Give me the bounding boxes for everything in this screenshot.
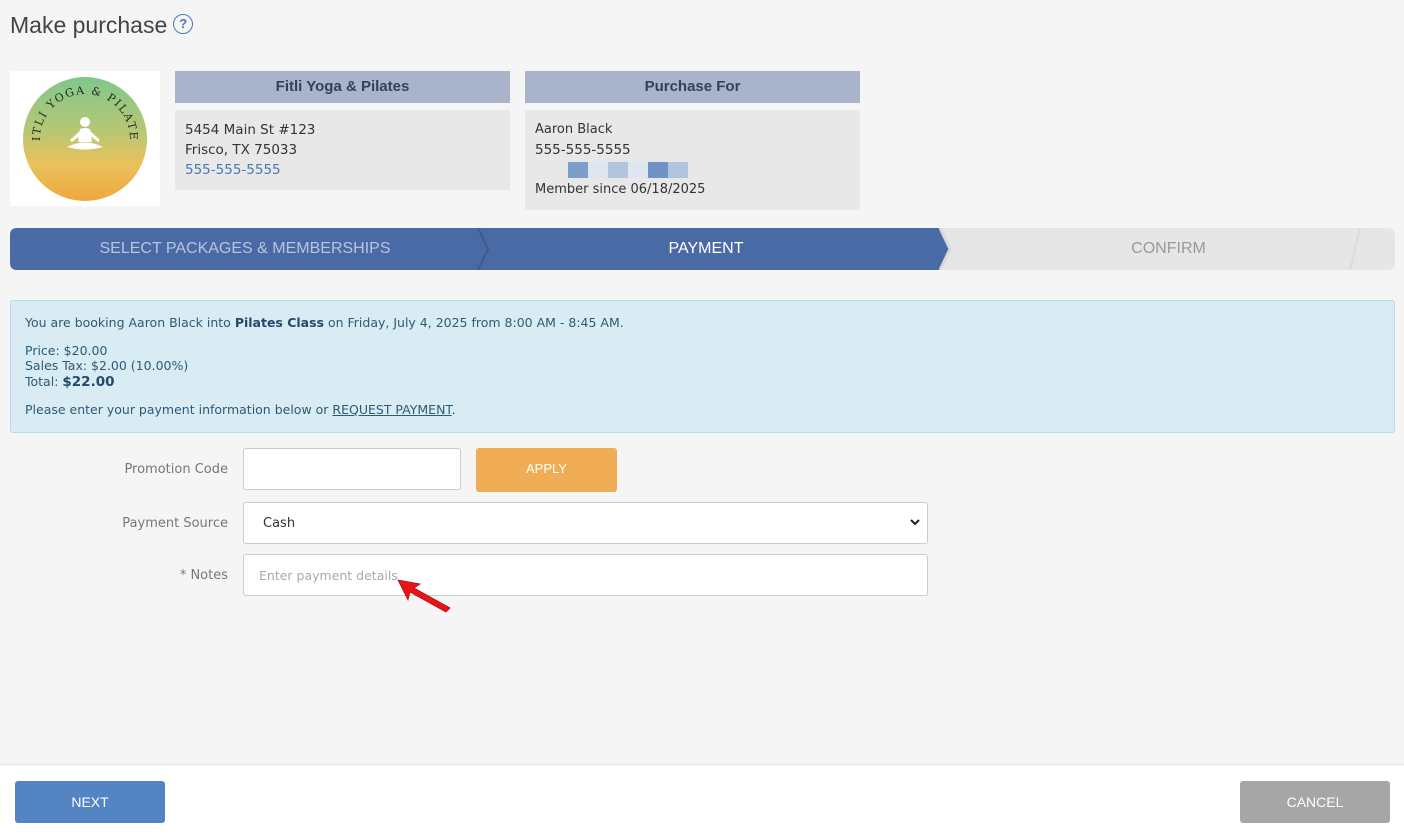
purchase-for-card: Purchase For Aaron Black 555-555-5555 Me… — [525, 71, 860, 210]
studio-card-header: Fitli Yoga & Pilates — [175, 71, 510, 103]
studio-logo-image: FITLI YOGA & PILATES — [22, 76, 147, 201]
member-since: Member since 06/18/2025 — [535, 182, 706, 197]
studio-address-line1: 5454 Main St #123 — [185, 122, 316, 138]
promo-code-label: Promotion Code — [124, 462, 228, 477]
customer-name: Aaron Black — [535, 122, 613, 137]
step-payment: PAYMENT — [668, 240, 744, 257]
step-confirm: CONFIRM — [1131, 240, 1206, 257]
total-line: Total: $22.00 — [25, 374, 1380, 391]
studio-card-body: 5454 Main St #123 Frisco, TX 75033 555-5… — [175, 110, 510, 190]
payment-prompt-period: . — [451, 402, 456, 417]
purchase-for-header: Purchase For — [525, 71, 860, 103]
notes-input[interactable]: Enter payment details — [243, 554, 928, 596]
question-circle-icon[interactable]: ? — [173, 13, 194, 34]
annotation-arrow-icon — [397, 579, 451, 613]
total-value: $22.00 — [62, 373, 115, 390]
payment-prompt-text: Please enter your payment information be… — [25, 402, 333, 417]
payment-source-select[interactable]: Cash — [243, 502, 928, 544]
checkout-stepper: SELECT PACKAGES & MEMBERSHIPS PAYMENT CO… — [10, 228, 1395, 270]
cancel-button[interactable]: CANCEL — [1240, 781, 1390, 823]
next-button[interactable]: NEXT — [15, 781, 165, 823]
studio-address-line2: Frisco, TX 75033 — [185, 142, 298, 158]
tax-line: Sales Tax: $2.00 (10.00%) — [25, 358, 189, 373]
notes-label: * Notes — [179, 568, 228, 583]
request-payment-link[interactable]: REQUEST PAYMENT — [332, 402, 451, 417]
booking-info-alert: You are booking Aaron Black into Pilates… — [10, 300, 1395, 433]
promo-code-input[interactable] — [243, 448, 461, 490]
class-name: Pilates Class — [234, 315, 324, 330]
payment-source-value: Cash — [263, 515, 296, 531]
page-title-text: Make purchase — [10, 12, 168, 38]
studio-card: Fitli Yoga & Pilates 5454 Main St #123 F… — [175, 71, 510, 190]
studio-logo: FITLI YOGA & PILATES — [10, 71, 160, 206]
booking-when: on Friday, July 4, 2025 from 8:00 AM - 8… — [324, 315, 624, 330]
price-line: Price: $20.00 — [25, 342, 108, 358]
payment-source-label: Payment Source — [122, 516, 228, 531]
booking-intro: You are booking Aaron Black into — [25, 315, 235, 330]
purchase-for-body: Aaron Black 555-555-5555 Member since 06… — [525, 110, 860, 210]
page-title: Make purchase ? — [10, 12, 194, 39]
payment-prompt: Please enter your payment information be… — [25, 402, 1380, 418]
studio-phone-link[interactable]: 555-555-5555 — [185, 162, 281, 178]
booking-summary: You are booking Aaron Black into Pilates… — [25, 315, 1380, 331]
apply-promo-button[interactable]: APPLY — [476, 448, 617, 492]
customer-phone: 555-555-5555 — [535, 142, 631, 158]
footer-bar: NEXT CANCEL — [0, 764, 1404, 835]
total-label: Total: — [25, 373, 63, 389]
chevron-down-icon — [910, 519, 920, 526]
step-select-packages[interactable]: SELECT PACKAGES & MEMBERSHIPS — [10, 228, 480, 270]
redacted-block — [568, 162, 850, 178]
